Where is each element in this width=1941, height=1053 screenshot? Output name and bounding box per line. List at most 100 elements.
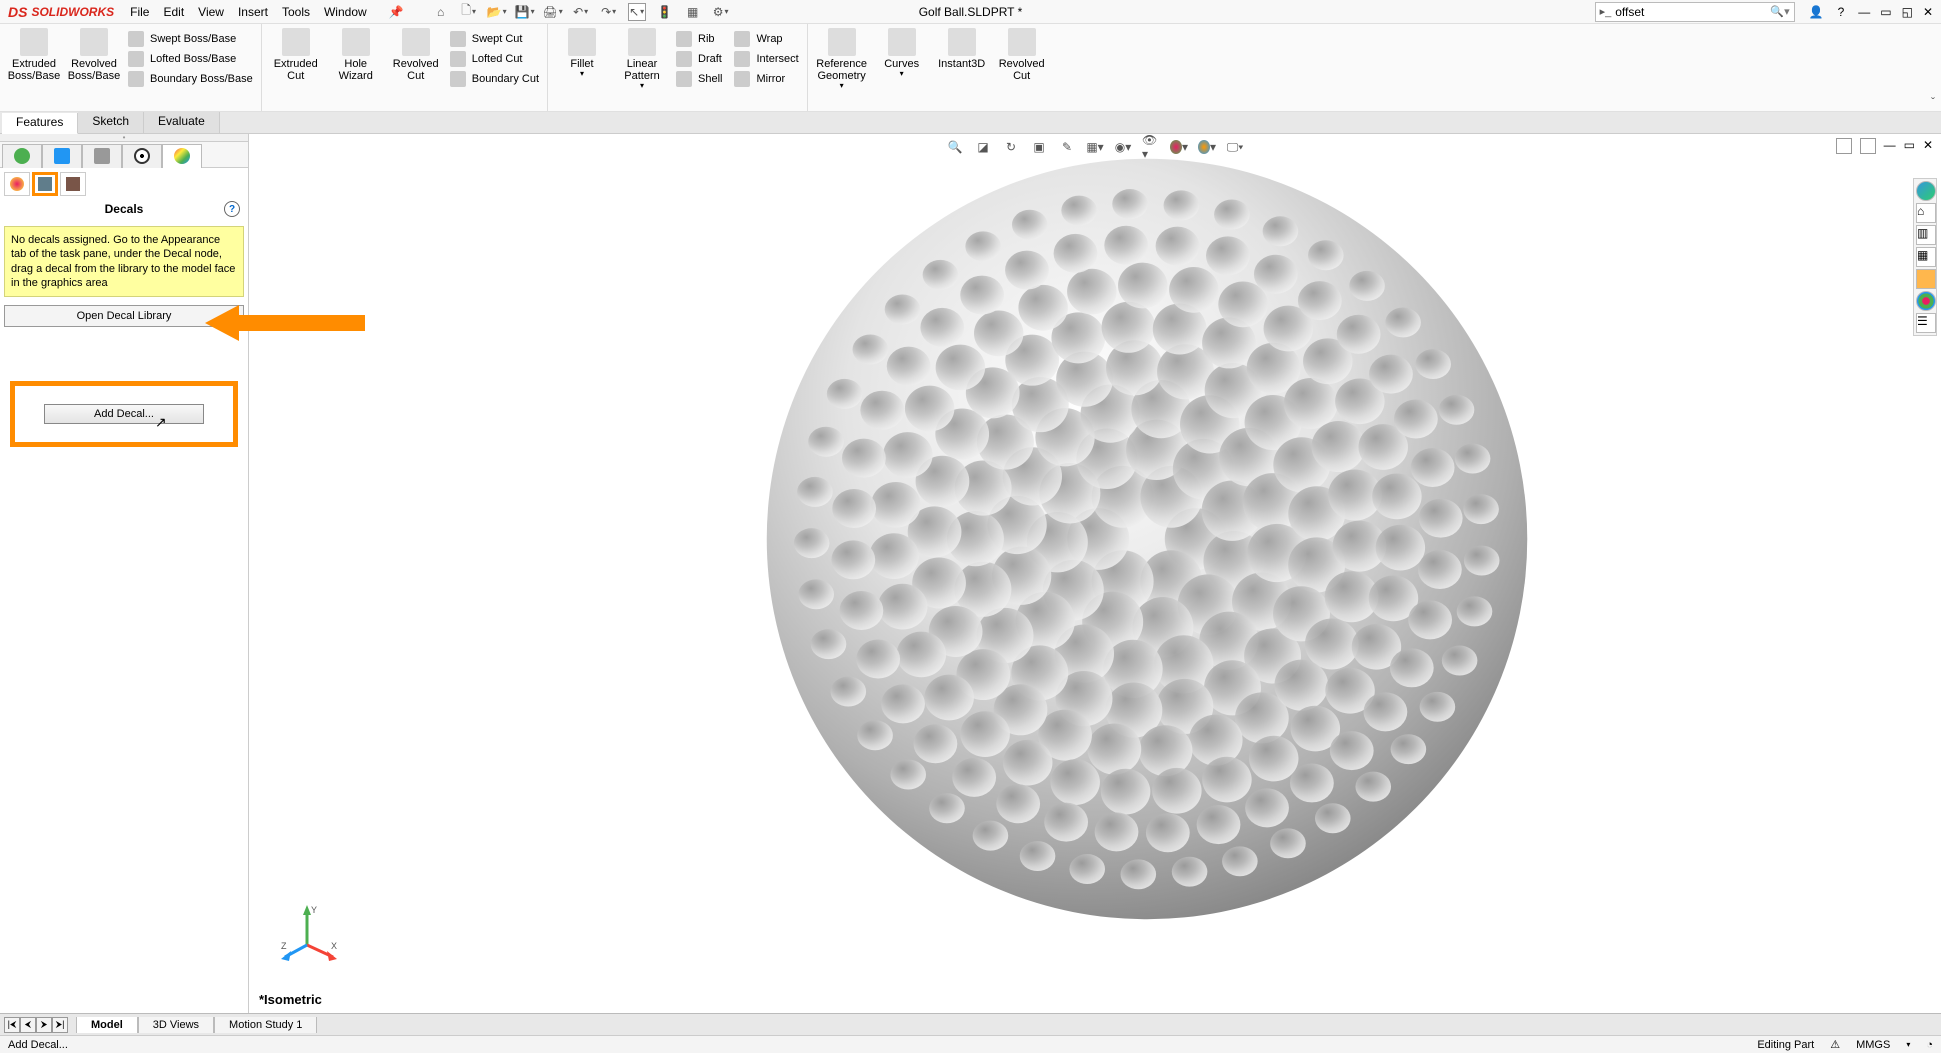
viewport-close-icon[interactable]: ✕ — [1923, 138, 1933, 154]
boundary-boss-button[interactable]: Boundary Boss/Base — [126, 70, 255, 88]
solidworks-resources-icon[interactable] — [1916, 181, 1936, 201]
nav-last-icon[interactable]: ⮞| — [52, 1017, 68, 1033]
reference-geometry-button[interactable]: Reference Geometry▾ — [814, 28, 870, 91]
feature-manager-tab[interactable] — [2, 144, 42, 168]
home-icon[interactable]: ⌂ — [432, 3, 450, 21]
decals-tab[interactable] — [32, 172, 58, 196]
collapse-ribbon-icon[interactable]: ˇ — [1931, 95, 1935, 109]
help-icon[interactable]: ? — [1838, 5, 1845, 19]
main-area: • Decals ? No decals assigned. Go to the… — [0, 134, 1941, 1013]
revolved-boss-button[interactable]: Revolved Boss/Base — [66, 28, 122, 88]
viewport-maximize-icon[interactable]: ▭ — [1904, 138, 1915, 154]
custom-properties-icon[interactable] — [1916, 291, 1936, 311]
bottom-tab-model[interactable]: Model — [76, 1017, 138, 1033]
label: Intersect — [756, 53, 798, 65]
maximize-icon[interactable]: ◱ — [1902, 5, 1913, 19]
forum-icon[interactable]: ☰ — [1916, 313, 1936, 333]
revolved-cut-button-2[interactable]: Revolved Cut — [994, 28, 1050, 91]
swept-boss-button[interactable]: Swept Boss/Base — [126, 30, 255, 48]
status-units[interactable]: MMGS — [1856, 1039, 1890, 1051]
add-decal-button[interactable]: Add Decal... — [44, 404, 204, 424]
hole-wizard-button[interactable]: Hole Wizard — [328, 28, 384, 88]
rebuild-icon[interactable]: 🚦 — [656, 3, 674, 21]
label: Wrap — [756, 33, 782, 45]
options-grid-icon[interactable]: ▦ — [684, 3, 702, 21]
extruded-cut-button[interactable]: Extruded Cut — [268, 28, 324, 88]
command-icon: ▸_ — [1600, 5, 1612, 18]
search-input[interactable] — [1615, 5, 1770, 19]
restore-icon[interactable]: ▭ — [1880, 5, 1891, 19]
nav-prev-icon[interactable]: ⮜ — [20, 1017, 36, 1033]
nav-first-icon[interactable]: |⮜ — [4, 1017, 20, 1033]
instant3d-button[interactable]: Instant3D — [934, 28, 990, 91]
splitter[interactable]: • — [0, 134, 248, 142]
revolved-cut-button[interactable]: Revolved Cut — [388, 28, 444, 88]
menu-window[interactable]: Window — [324, 5, 367, 19]
viewport-minimize-icon[interactable]: — — [1884, 138, 1896, 154]
menu-view[interactable]: View — [198, 5, 224, 19]
linear-pattern-button[interactable]: Linear Pattern▾ — [614, 28, 670, 91]
display-sub-tabs — [0, 168, 248, 196]
open-icon[interactable]: 📂 — [488, 3, 506, 21]
fillet-button[interactable]: Fillet▾ — [554, 28, 610, 91]
viewport-split-icon[interactable] — [1860, 138, 1876, 154]
save-icon[interactable]: 💾 — [516, 3, 534, 21]
display-manager-tab[interactable] — [162, 144, 202, 168]
pin-icon[interactable]: 📌 — [389, 5, 404, 19]
view-palette-icon[interactable]: ▦ — [1916, 247, 1936, 267]
tab-evaluate[interactable]: Evaluate — [144, 112, 220, 133]
print-icon[interactable]: 🖨 — [544, 3, 562, 21]
undo-icon[interactable]: ↶ — [572, 3, 590, 21]
curves-button[interactable]: Curves▾ — [874, 28, 930, 91]
menu-edit[interactable]: Edit — [163, 5, 184, 19]
lofted-boss-button[interactable]: Lofted Boss/Base — [126, 50, 255, 68]
property-manager-tab[interactable] — [42, 144, 82, 168]
graphics-viewport[interactable]: 🔍 ◪ ↻ ▣ ✎ ▦▾ ◉▾ 👁▾ ▾ ▾ 🖵▾ — ▭ ✕ — [249, 134, 1941, 1013]
search-icon[interactable]: 🔍▾ — [1770, 5, 1789, 18]
search-box[interactable]: ▸_ 🔍▾ — [1595, 2, 1795, 22]
status-warning-icon[interactable]: ⚠ — [1830, 1038, 1840, 1051]
nav-next-icon[interactable]: ⮞ — [36, 1017, 52, 1033]
golf-ball-model[interactable] — [757, 149, 1537, 929]
menu-insert[interactable]: Insert — [238, 5, 268, 19]
user-icon[interactable]: 👤 — [1809, 5, 1824, 19]
lofted-cut-button[interactable]: Lofted Cut — [448, 50, 541, 68]
boundary-cut-button[interactable]: Boundary Cut — [448, 70, 541, 88]
select-icon[interactable]: ↖ — [628, 3, 646, 21]
settings-icon[interactable]: ⚙ — [712, 3, 730, 21]
menubar: DS SOLIDWORKS File Edit View Insert Tool… — [0, 0, 1941, 24]
design-library-icon[interactable]: ⌂ — [1916, 203, 1936, 223]
label: Swept Boss/Base — [150, 33, 236, 45]
intersect-button[interactable]: Intersect — [732, 50, 800, 68]
status-balloon-icon[interactable]: ◔ — [1926, 1039, 1933, 1051]
close-icon[interactable]: ✕ — [1923, 5, 1933, 19]
wrap-button[interactable]: Wrap — [732, 30, 800, 48]
shell-button[interactable]: Shell — [674, 70, 724, 88]
bottom-tab-3d-views[interactable]: 3D Views — [138, 1017, 214, 1033]
configuration-manager-tab[interactable] — [82, 144, 122, 168]
dimxpert-manager-tab[interactable] — [122, 144, 162, 168]
tab-features[interactable]: Features — [2, 113, 78, 134]
extruded-boss-button[interactable]: Extruded Boss/Base — [6, 28, 62, 88]
menu-file[interactable]: File — [130, 5, 149, 19]
swept-cut-button[interactable]: Swept Cut — [448, 30, 541, 48]
viewport-float-icon[interactable] — [1836, 138, 1852, 154]
tab-sketch[interactable]: Sketch — [78, 112, 144, 133]
mirror-button[interactable]: Mirror — [732, 70, 800, 88]
rib-button[interactable]: Rib — [674, 30, 724, 48]
file-explorer-icon[interactable]: ▥ — [1916, 225, 1936, 245]
draft-button[interactable]: Draft — [674, 50, 724, 68]
appearances-tab[interactable] — [4, 172, 30, 196]
redo-icon[interactable]: ↷ — [600, 3, 618, 21]
panel-help-icon[interactable]: ? — [224, 201, 240, 217]
panel-header: Decals ? — [0, 196, 248, 222]
menu-tools[interactable]: Tools — [282, 5, 310, 19]
scenes-tab[interactable] — [60, 172, 86, 196]
bottom-tab-motion-study[interactable]: Motion Study 1 — [214, 1017, 317, 1033]
appearances-scenes-icon[interactable] — [1916, 269, 1936, 289]
svg-text:X: X — [331, 941, 337, 951]
label: Revolved Cut — [388, 58, 444, 82]
new-icon[interactable]: 🗋 — [460, 3, 478, 21]
view-triad-icon[interactable]: Y X Z — [279, 903, 339, 963]
minimize-icon[interactable]: — — [1858, 5, 1870, 19]
